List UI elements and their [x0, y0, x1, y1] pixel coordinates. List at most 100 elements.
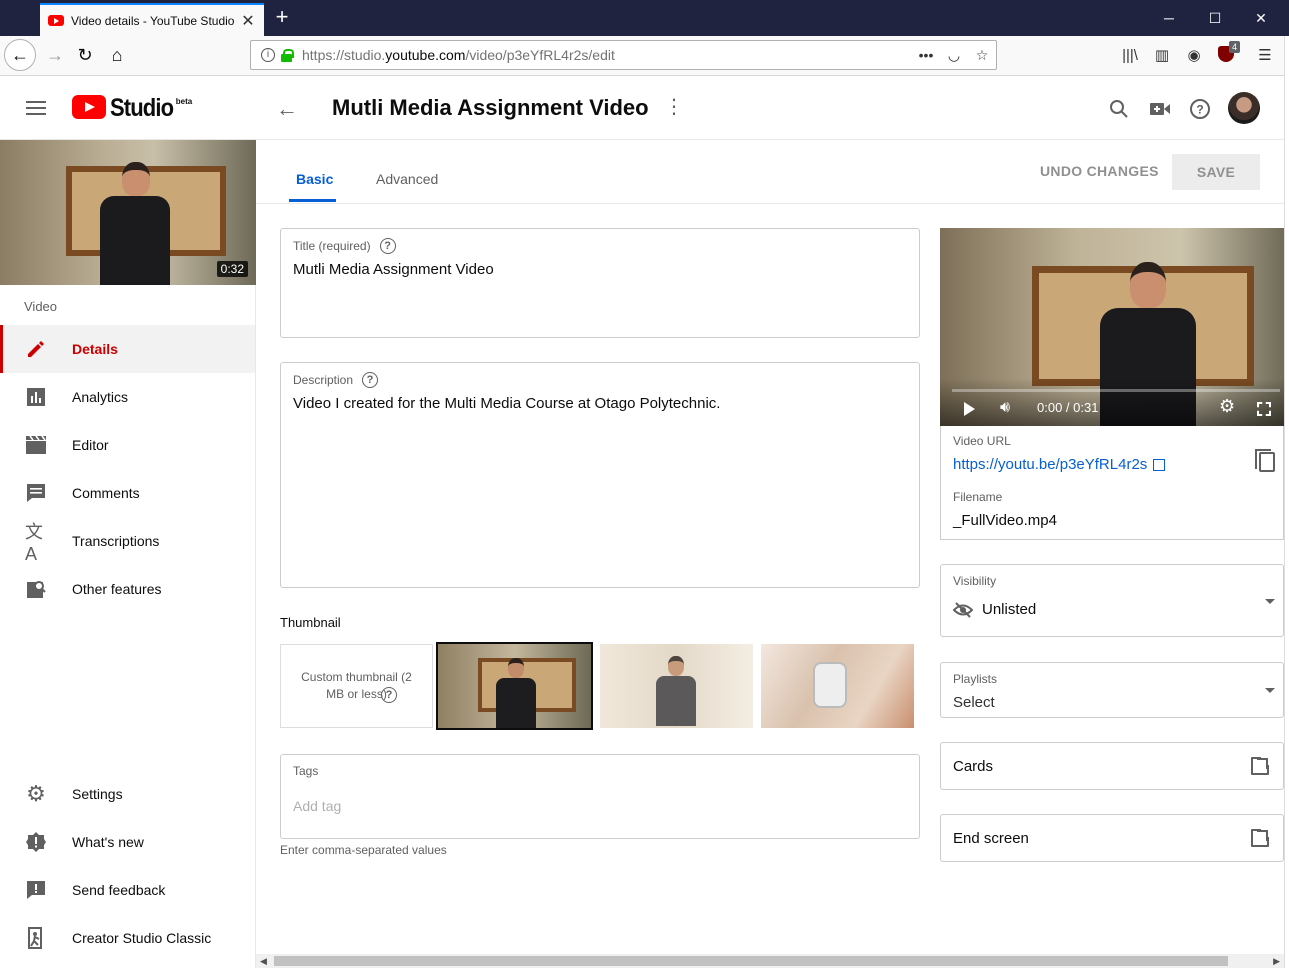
undo-changes-button[interactable]: UNDO CHANGES — [1040, 163, 1159, 179]
youtube-play-logo-icon — [72, 95, 106, 119]
exit-icon — [25, 927, 47, 949]
help-icon[interactable]: ? — [362, 372, 379, 388]
visibility-value: Unlisted — [982, 601, 1037, 618]
sidebar-item-details[interactable]: Details — [0, 325, 255, 373]
new-tab-icon[interactable]: + — [270, 6, 294, 28]
video-thumbnail[interactable]: 0:32 — [0, 140, 256, 285]
create-video-icon[interactable] — [1147, 96, 1173, 122]
thumbnail-option-2[interactable] — [600, 644, 753, 728]
gear-icon[interactable]: ⚙ — [1219, 396, 1235, 417]
sidebar-item-send-feedback[interactable]: Send feedback — [0, 866, 255, 914]
avatar[interactable] — [1228, 92, 1260, 124]
reload-icon[interactable]: ↻ — [70, 40, 100, 70]
custom-thumbnail-button[interactable]: Custom thumbnail (2 MB or less) ? — [280, 644, 433, 728]
video-url-link[interactable]: https://youtu.be/p3eYfRL4r2s — [953, 456, 1166, 473]
analytics-icon — [25, 386, 47, 408]
back-arrow-icon[interactable]: ← — [276, 96, 298, 122]
eye-off-icon — [953, 601, 973, 618]
sidebar: 0:32 Video Details Analytics Editor Comm… — [0, 140, 256, 968]
browser-tab[interactable]: Video details - YouTube Studio ✕ — [40, 3, 264, 36]
sidebar-item-whats-new[interactable]: What's new — [0, 818, 255, 866]
sidebar-item-comments[interactable]: Comments — [0, 469, 255, 517]
scrollbar-thumb[interactable] — [274, 956, 1228, 966]
studio-header: Studio beta ← Mutli Media Assignment Vid… — [0, 76, 1289, 140]
library-icon[interactable]: |||\ — [1117, 44, 1143, 66]
badge-alert-icon — [25, 831, 47, 853]
close-window-icon[interactable]: ✕ — [1238, 0, 1284, 36]
title-label: Title (required) — [293, 239, 371, 253]
help-icon[interactable]: ? — [381, 687, 397, 703]
video-player[interactable]: 🔊︎ 0:00 / 0:31 ⚙ — [940, 228, 1284, 426]
maximize-icon[interactable]: ☐ — [1192, 0, 1238, 36]
window-edge — [1284, 36, 1289, 968]
account-icon[interactable]: ◉ — [1181, 44, 1207, 66]
pocket-icon[interactable]: ◡ — [940, 47, 968, 64]
video-info-card: Video URL https://youtu.be/p3eYfRL4r2s F… — [940, 426, 1284, 540]
extension-badge: 4 — [1229, 41, 1241, 53]
description-input[interactable]: Video I created for the Multi Media Cour… — [293, 395, 720, 412]
info-icon[interactable]: i — [261, 48, 275, 62]
sidebar-item-label: Details — [72, 341, 118, 357]
sidebar-section-label: Video — [24, 299, 58, 314]
gear-icon: ⚙ — [26, 781, 46, 806]
sidebar-toggle-icon[interactable]: ▥ — [1149, 44, 1175, 66]
back-arrow-icon[interactable]: ← — [4, 39, 36, 71]
play-icon[interactable] — [964, 402, 975, 416]
tab-advanced[interactable]: Advanced — [376, 171, 438, 187]
search-icon[interactable] — [1106, 96, 1132, 122]
filename-value: _FullVideo.mp4 — [953, 512, 1057, 529]
copy-icon[interactable] — [1255, 449, 1275, 472]
player-controls: 🔊︎ 0:00 / 0:31 ⚙ — [940, 378, 1284, 426]
sidebar-item-label: Creator Studio Classic — [72, 930, 212, 946]
other-features-icon — [25, 578, 47, 600]
forward-arrow-icon[interactable]: → — [40, 40, 70, 70]
feedback-icon — [25, 879, 47, 901]
scroll-left-icon[interactable]: ◀ — [260, 954, 267, 968]
studio-logo[interactable]: Studio beta — [72, 95, 192, 121]
horizontal-scrollbar[interactable]: ◀ ▶ — [256, 954, 1284, 968]
sidebar-item-settings[interactable]: ⚙ Settings — [0, 770, 255, 818]
open-in-new-icon — [1251, 829, 1269, 847]
open-in-new-icon — [1251, 757, 1269, 775]
visibility-select[interactable]: Visibility Unlisted — [940, 564, 1284, 637]
home-icon[interactable]: ⌂ — [102, 40, 132, 70]
video-url-label: Video URL — [953, 434, 1011, 448]
page-title: Mutli Media Assignment Video — [332, 95, 649, 120]
tab-basic[interactable]: Basic — [296, 171, 333, 187]
title-input[interactable]: Mutli Media Assignment Video — [293, 261, 494, 278]
sidebar-item-analytics[interactable]: Analytics — [0, 373, 255, 421]
thumbnail-option-3[interactable] — [761, 644, 914, 728]
progress-bar[interactable] — [952, 389, 1280, 392]
menu-icon[interactable]: ☰ — [1252, 44, 1278, 66]
cards-button[interactable]: Cards — [940, 742, 1284, 790]
volume-icon[interactable]: 🔊︎ — [1000, 399, 1010, 417]
hamburger-menu-icon[interactable] — [26, 101, 46, 115]
tags-field[interactable]: Tags Add tag — [280, 754, 920, 839]
sidebar-item-creator-studio-classic[interactable]: Creator Studio Classic — [0, 914, 255, 962]
sidebar-item-other-features[interactable]: Other features — [0, 565, 255, 613]
title-field[interactable]: Title (required)? Mutli Media Assignment… — [280, 228, 920, 338]
help-icon[interactable]: ? — [379, 238, 396, 254]
sidebar-item-editor[interactable]: Editor — [0, 421, 255, 469]
main-content: Basic Advanced UNDO CHANGES SAVE Title (… — [256, 140, 1284, 954]
save-button[interactable]: SAVE — [1172, 154, 1260, 190]
page-actions-icon[interactable]: ••• — [912, 47, 940, 63]
playlists-select[interactable]: Playlists Select — [940, 662, 1284, 718]
more-vert-icon[interactable]: ⋮ — [664, 96, 684, 118]
bookmark-star-icon[interactable]: ☆ — [968, 47, 996, 64]
tags-input[interactable]: Add tag — [293, 798, 341, 814]
sidebar-item-label: Comments — [72, 485, 140, 501]
description-field[interactable]: Description? Video I created for the Mul… — [280, 362, 920, 588]
visibility-label: Visibility — [953, 574, 997, 588]
help-icon[interactable]: ? — [1187, 96, 1213, 122]
close-tab-icon[interactable]: ✕ — [240, 11, 256, 31]
thumbnail-option-1[interactable] — [436, 642, 593, 730]
scroll-right-icon[interactable]: ▶ — [1273, 954, 1280, 968]
url-text: https://studio.youtube.com/video/p3eYfRL… — [302, 47, 615, 63]
sidebar-item-transcriptions[interactable]: 文A Transcriptions — [0, 517, 255, 565]
end-screen-button[interactable]: End screen — [940, 814, 1284, 862]
fullscreen-icon[interactable] — [1257, 402, 1271, 416]
address-bar[interactable]: i https://studio.youtube.com/video/p3eYf… — [250, 40, 997, 70]
minimize-icon[interactable]: ─ — [1146, 0, 1192, 36]
lock-icon — [281, 48, 294, 62]
